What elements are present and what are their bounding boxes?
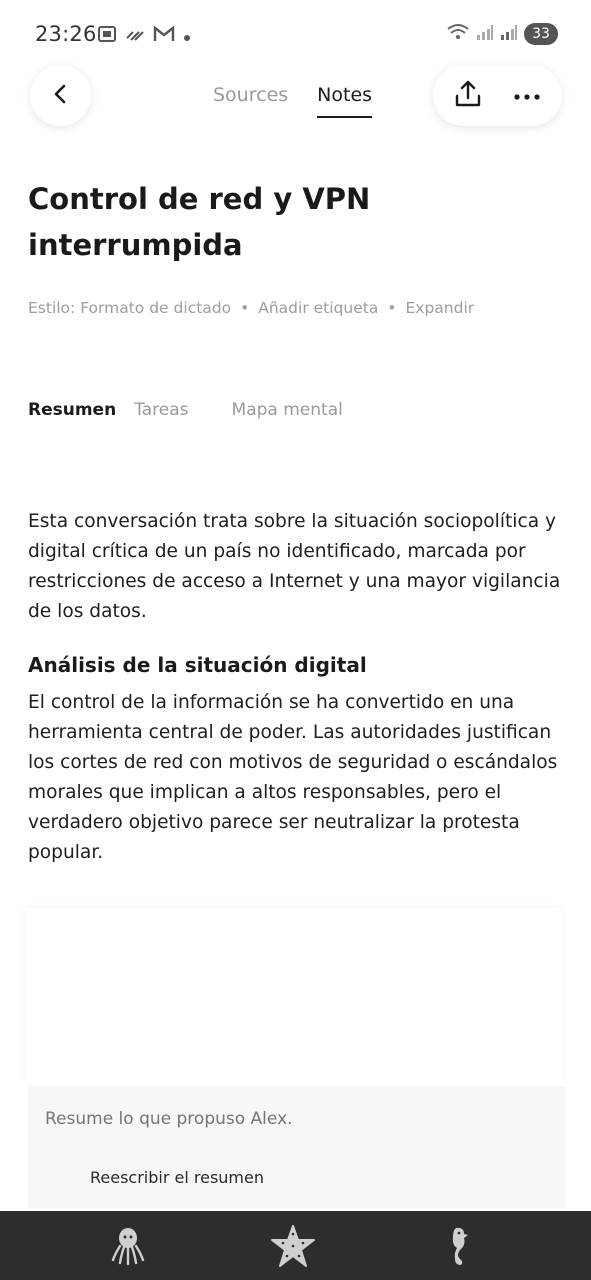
status-time: 23:26	[35, 22, 97, 46]
prompt-sheet	[25, 908, 562, 1086]
share-button[interactable]	[442, 70, 494, 122]
header-tabs: Sources Notes	[213, 84, 372, 118]
starfish-icon[interactable]	[268, 1222, 318, 1270]
back-button[interactable]	[30, 65, 91, 126]
section-heading: Análisis de la situación digital	[28, 653, 367, 677]
share-icon	[453, 79, 483, 113]
photo-icon	[97, 24, 117, 48]
prompt-input[interactable]	[45, 1109, 525, 1129]
dot-icon	[183, 27, 191, 46]
battery-icon: 33	[524, 23, 558, 45]
status-bar: 23:26 33	[0, 0, 591, 68]
meta-separator: •	[240, 299, 250, 317]
more-icon	[513, 86, 541, 105]
tab-tareas[interactable]: Tareas	[134, 400, 188, 420]
add-tag-button[interactable]: Añadir etiqueta	[258, 299, 378, 317]
tab-sources[interactable]: Sources	[213, 84, 288, 118]
tab-resumen[interactable]: Resumen	[28, 400, 116, 420]
summary-intro: Esta conversación trata sobre la situaci…	[28, 511, 561, 622]
tab-mapa-mental[interactable]: Mapa mental	[232, 400, 343, 420]
signal-icon	[476, 23, 494, 45]
note-meta: Estilo: Formato de dictado • Añadir etiq…	[28, 299, 474, 317]
view-tabs: Resumen Tareas Mapa mental	[28, 400, 343, 420]
summary-content: Esta conversación trata sobre la situaci…	[28, 507, 563, 868]
note-title: Control de red y VPN interrumpida	[28, 182, 371, 262]
gmail-icon	[153, 25, 175, 47]
expand-button[interactable]: Expandir	[405, 299, 474, 317]
signal-r-icon	[500, 23, 518, 45]
rewrite-summary-button[interactable]: Reescribir el resumen	[90, 1168, 264, 1187]
more-button[interactable]	[501, 70, 553, 122]
octopus-icon[interactable]	[103, 1222, 153, 1270]
bottom-nav	[0, 1211, 591, 1280]
wifi-icon	[446, 23, 470, 45]
section-text: El control de la información se ha conve…	[28, 692, 558, 863]
seahorse-icon[interactable]	[433, 1222, 483, 1270]
style-selector[interactable]: Estilo: Formato de dictado	[28, 299, 231, 317]
header-actions	[433, 65, 562, 126]
signal-stripes-icon	[125, 24, 145, 48]
tab-notes[interactable]: Notes	[317, 84, 372, 118]
prompt-panel	[28, 1086, 566, 1208]
meta-separator: •	[387, 299, 397, 317]
back-icon	[50, 83, 72, 109]
